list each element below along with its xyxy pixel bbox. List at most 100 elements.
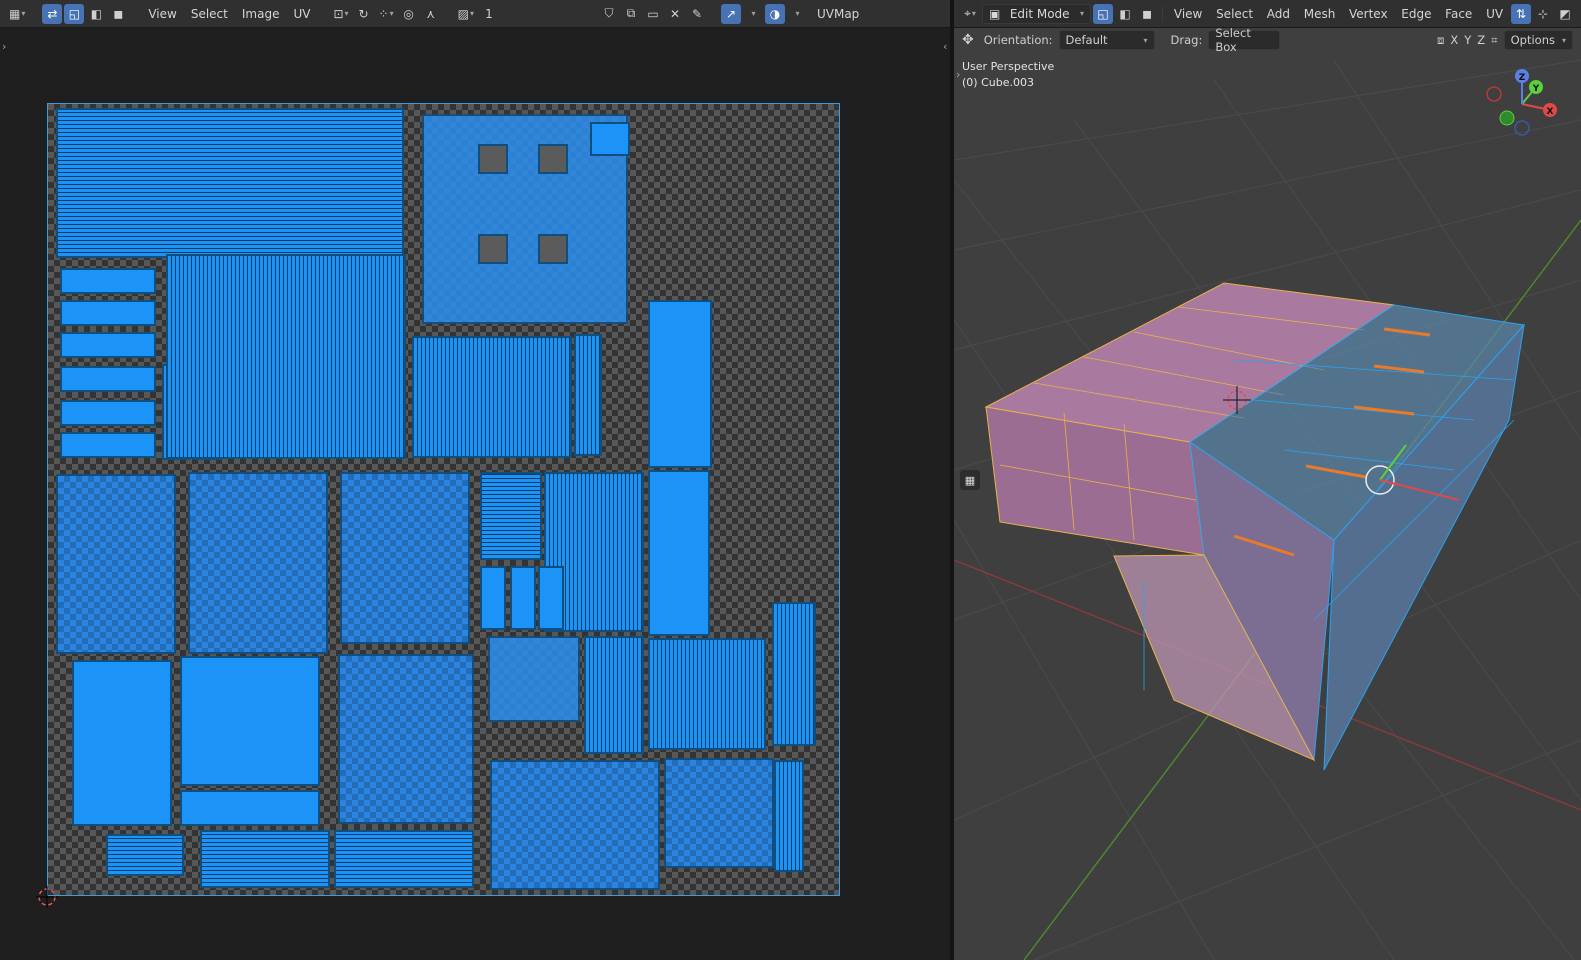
uv-island[interactable]: [200, 830, 330, 888]
pivot-icon: ⊡: [333, 6, 344, 21]
uv-island[interactable]: [60, 400, 156, 426]
uv-island[interactable]: [648, 638, 766, 750]
uv-island[interactable]: [188, 472, 328, 654]
3d-viewport[interactable]: X Y Z ⌖ ▾ ▣ Edit Mode ▾ ◱ ◧ ◼ View Select…: [954, 0, 1581, 960]
uv-island[interactable]: [166, 254, 406, 459]
menu-face[interactable]: Face: [1439, 4, 1478, 24]
vertex-select-mode-button[interactable]: ◱: [1093, 3, 1114, 24]
editor-type-button[interactable]: ⌖ ▾: [960, 4, 980, 24]
unlink-image-button[interactable]: ✕: [665, 4, 685, 24]
uv-island[interactable]: [584, 636, 644, 754]
snap-icon: ⊹: [1537, 6, 1549, 21]
edge-select-mode-button[interactable]: ◧: [1115, 4, 1135, 24]
viewport-header: ⌖ ▾ ▣ Edit Mode ▾ ◱ ◧ ◼ View Select Add M…: [954, 0, 1581, 28]
uv-island[interactable]: [648, 300, 712, 468]
menu-add[interactable]: Add: [1261, 4, 1296, 24]
drag-dropdown[interactable]: Select Box: [1208, 26, 1281, 54]
uv-island[interactable]: [56, 108, 404, 258]
vertex-select-mode-button[interactable]: ◱: [64, 3, 85, 24]
uv-island[interactable]: [340, 472, 470, 644]
toolbar-button[interactable]: ▦: [960, 470, 980, 490]
uv-island[interactable]: [538, 566, 564, 630]
mode-dropdown[interactable]: ▣ Edit Mode ▾: [982, 3, 1092, 24]
edge-select-mode-button[interactable]: ◧: [86, 4, 106, 24]
new-image-button[interactable]: ⧉: [621, 4, 641, 24]
pivot-point-button[interactable]: ⊡ ▾: [330, 4, 351, 24]
proportional-button[interactable]: ◩: [1555, 4, 1575, 24]
uv-island[interactable]: [664, 758, 774, 868]
uv-island[interactable]: [106, 834, 184, 876]
sync-selection-toggle[interactable]: ⇄: [42, 3, 63, 24]
uv-canvas[interactable]: [47, 103, 840, 896]
snap-button[interactable]: ⊹: [1533, 4, 1553, 24]
image-browse-button[interactable]: ▨ ▾: [455, 4, 477, 24]
gizmo-dropdown[interactable]: ▾: [743, 4, 763, 24]
uvmap-label[interactable]: UVMap: [809, 7, 867, 21]
menu-select[interactable]: Select: [1210, 4, 1259, 24]
menu-uv[interactable]: UV: [287, 4, 316, 24]
image-icon: ▨: [457, 6, 469, 21]
open-image-button[interactable]: ▭: [643, 4, 663, 24]
uv-island[interactable]: [334, 830, 474, 888]
orientation-dropdown[interactable]: Default ▾: [1058, 30, 1155, 50]
transform-pivot-button[interactable]: ⇅: [1511, 3, 1531, 24]
overlay-toggle[interactable]: ◑: [764, 3, 785, 24]
uv-island[interactable]: [338, 654, 474, 824]
menu-mesh[interactable]: Mesh: [1298, 4, 1341, 24]
uv-island[interactable]: [590, 122, 630, 156]
menu-edge[interactable]: Edge: [1395, 4, 1437, 24]
uv-island[interactable]: [60, 268, 156, 294]
uv-island[interactable]: [772, 602, 816, 746]
sticky-selection-button[interactable]: ↻: [354, 4, 374, 24]
uv-island[interactable]: [56, 474, 176, 654]
gizmo-z-label: Z: [1519, 73, 1526, 83]
2d-cursor-icon[interactable]: [36, 886, 58, 908]
uv-island[interactable]: [60, 300, 156, 326]
uv-island[interactable]: [72, 660, 172, 826]
menu-view[interactable]: View: [1168, 4, 1208, 24]
uv-island[interactable]: [180, 790, 320, 826]
sidebar-expand-icon[interactable]: ‹: [943, 40, 947, 53]
menu-uv[interactable]: UV: [1480, 4, 1509, 24]
fake-user-button[interactable]: ⛉: [599, 4, 619, 24]
uv-island[interactable]: [480, 472, 542, 560]
snap-grid-icon: ⁘: [378, 6, 389, 21]
gizmo-toggle[interactable]: ↗: [720, 3, 741, 24]
orientation-label: Orientation:: [983, 33, 1053, 47]
mirror-y-toggle[interactable]: Y: [1464, 33, 1471, 47]
snap-button[interactable]: ⁘ ▾: [376, 4, 397, 24]
toolbar-expand-icon[interactable]: ›: [2, 40, 6, 53]
uv-island[interactable]: [480, 566, 506, 630]
mirror-x-toggle[interactable]: X: [1450, 33, 1458, 47]
uv-island[interactable]: [574, 334, 602, 456]
uv-island[interactable]: [60, 332, 156, 358]
uv-island[interactable]: [774, 760, 804, 872]
uv-island[interactable]: [490, 760, 660, 890]
uv-island[interactable]: [648, 470, 710, 636]
menu-vertex[interactable]: Vertex: [1343, 4, 1393, 24]
viewport-scene[interactable]: X Y Z: [954, 0, 1581, 960]
uv-island[interactable]: [60, 432, 156, 458]
chevron-down-icon: ▾: [1080, 9, 1085, 18]
face-select-mode-button[interactable]: ◼: [1137, 4, 1157, 24]
uv-island[interactable]: [510, 566, 536, 630]
menu-view[interactable]: View: [142, 4, 182, 24]
options-label: Options: [1510, 33, 1555, 47]
pin-button[interactable]: ✎: [687, 4, 707, 24]
toolbar-expand-icon[interactable]: ›: [956, 68, 960, 81]
face-select-mode-button[interactable]: ◼: [108, 4, 128, 24]
editor-type-button[interactable]: ▦ ▾: [6, 4, 28, 24]
uv-island-hole: [538, 144, 568, 174]
uv-island[interactable]: [180, 656, 320, 786]
menu-select[interactable]: Select: [185, 4, 234, 24]
uv-island[interactable]: [488, 636, 580, 722]
proportional-edit-button[interactable]: ◎: [399, 4, 419, 24]
overlay-dropdown[interactable]: ▾: [787, 4, 807, 24]
options-dropdown[interactable]: Options ▾: [1503, 30, 1573, 50]
uv-island[interactable]: [60, 366, 156, 392]
object-name-label: (0) Cube.003: [962, 76, 1034, 89]
menu-image[interactable]: Image: [236, 4, 286, 24]
mirror-z-toggle[interactable]: Z: [1477, 33, 1485, 47]
uv-island[interactable]: [412, 336, 572, 458]
falloff-button[interactable]: ⋏: [421, 4, 441, 24]
